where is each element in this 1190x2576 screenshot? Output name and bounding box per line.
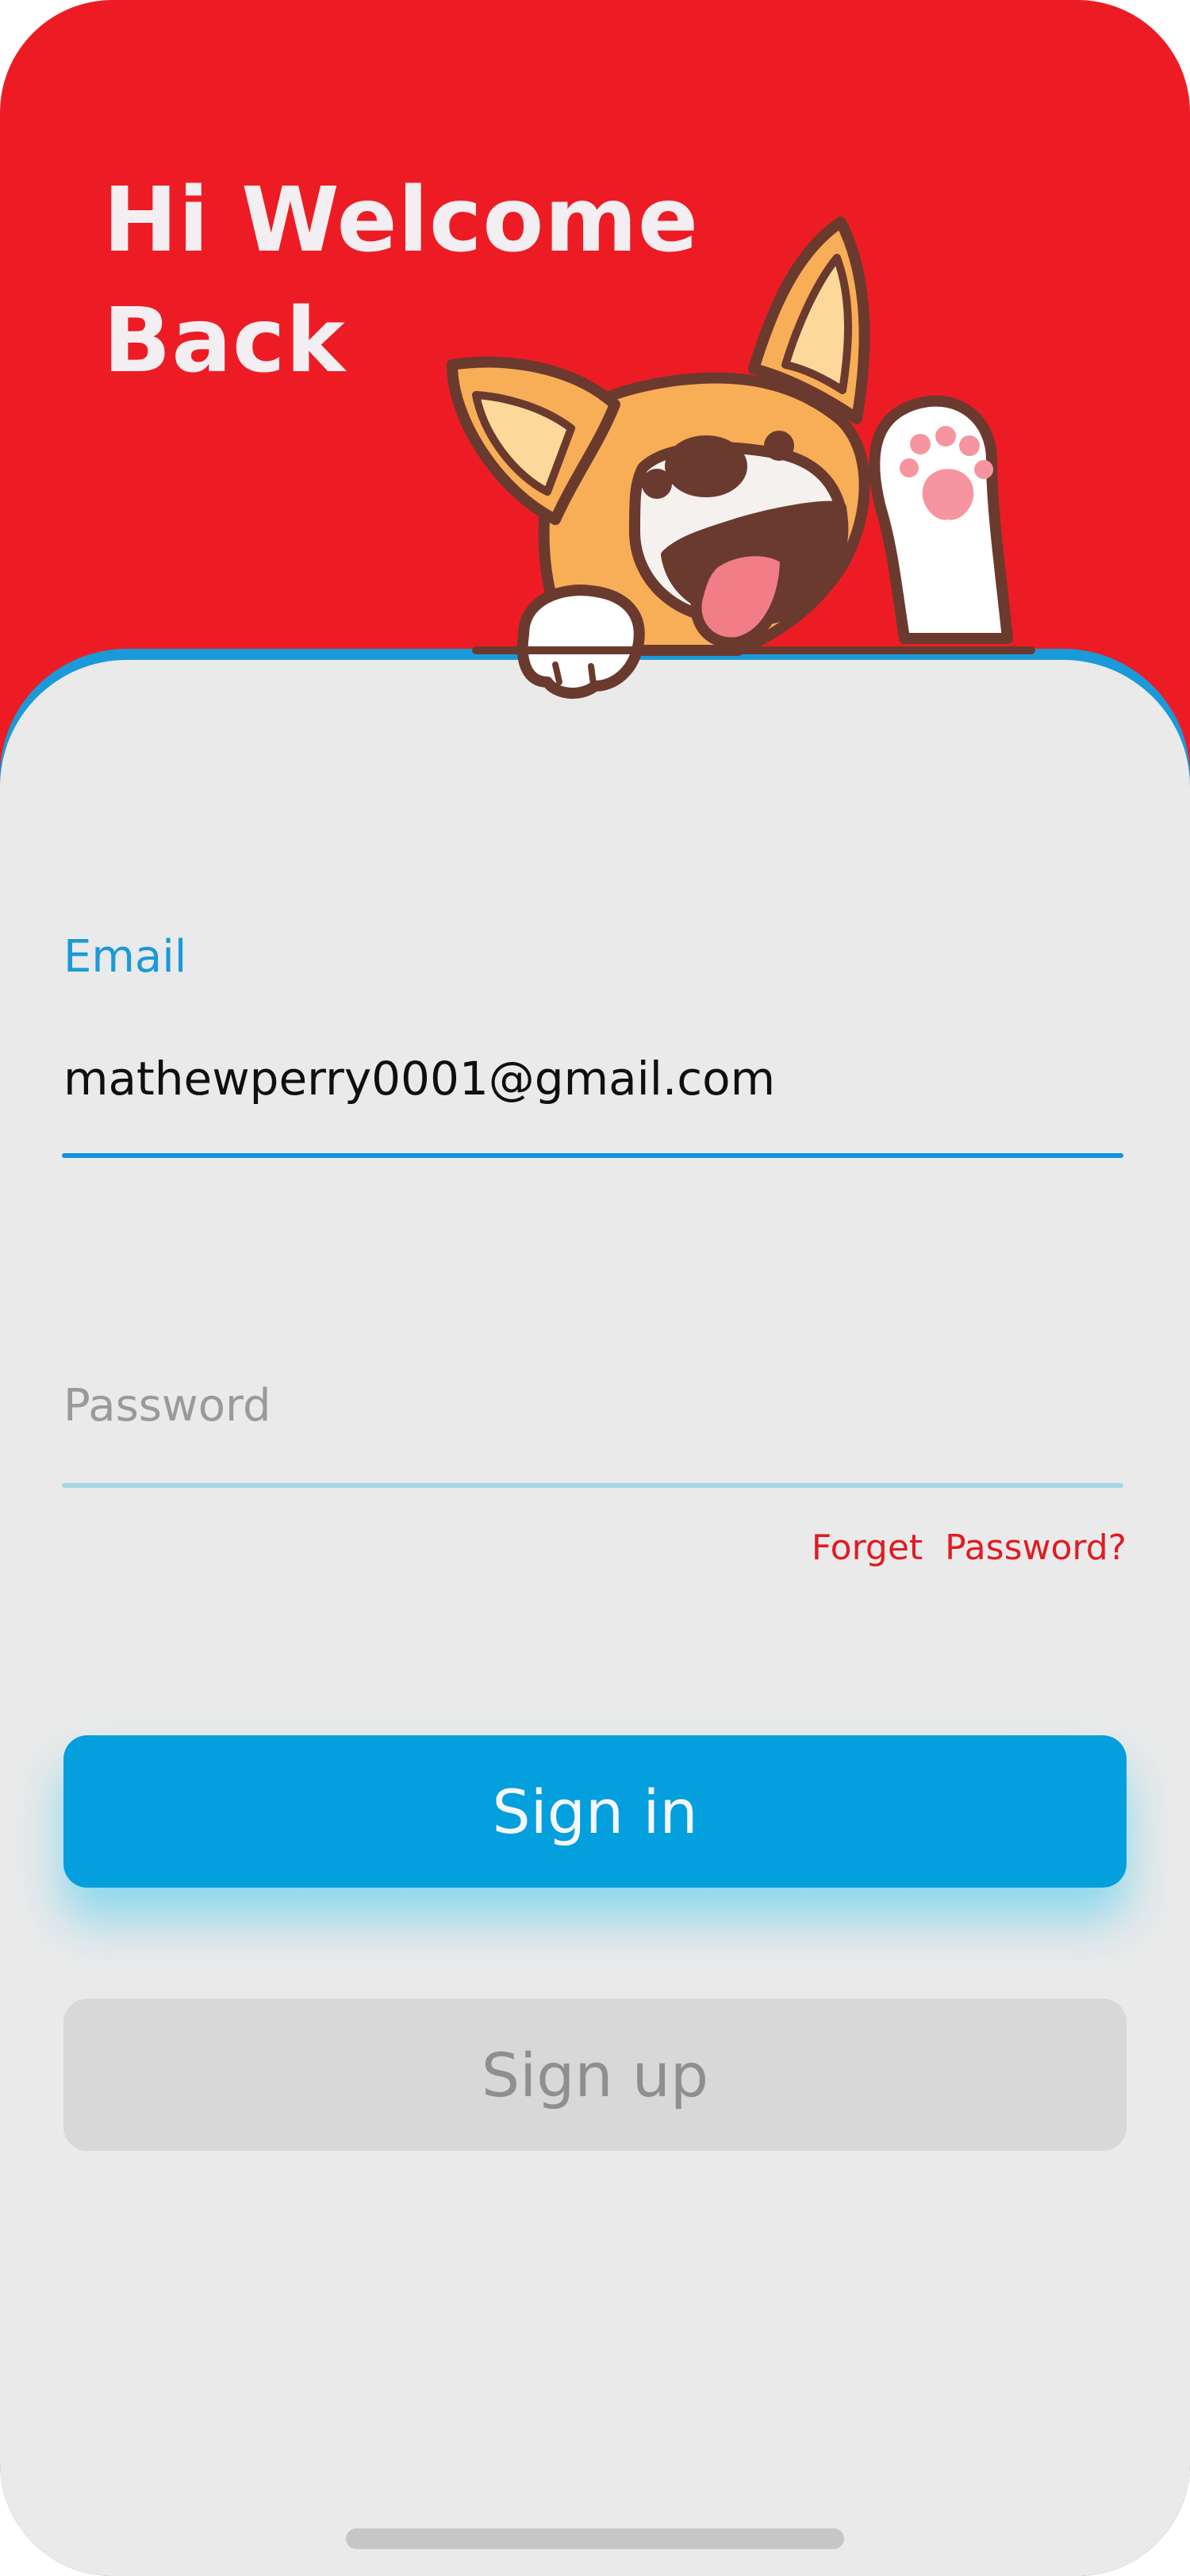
forgot-password-link[interactable]: Forget Password? [812, 1528, 1127, 1568]
email-input[interactable] [63, 1039, 1123, 1118]
password-input[interactable] [63, 1366, 1123, 1445]
email-underline [62, 1153, 1123, 1158]
sign-up-button[interactable]: Sign up [63, 1999, 1127, 2151]
corgi-illustration [447, 217, 1035, 700]
home-indicator[interactable] [346, 2528, 844, 2549]
sign-in-button[interactable]: Sign in [63, 1735, 1127, 1888]
email-label: Email [63, 931, 187, 983]
password-underline [62, 1483, 1123, 1488]
login-screen: Hi Welcome Back Email mathewperry0001@gm… [0, 0, 1190, 2576]
